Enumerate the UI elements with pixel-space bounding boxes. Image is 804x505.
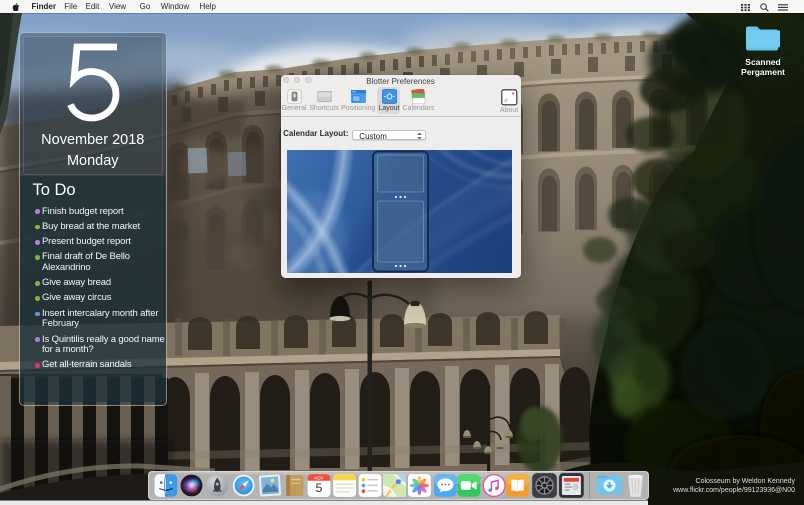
svg-text:NOV: NOV: [314, 476, 323, 481]
svg-text:5: 5: [316, 481, 323, 495]
